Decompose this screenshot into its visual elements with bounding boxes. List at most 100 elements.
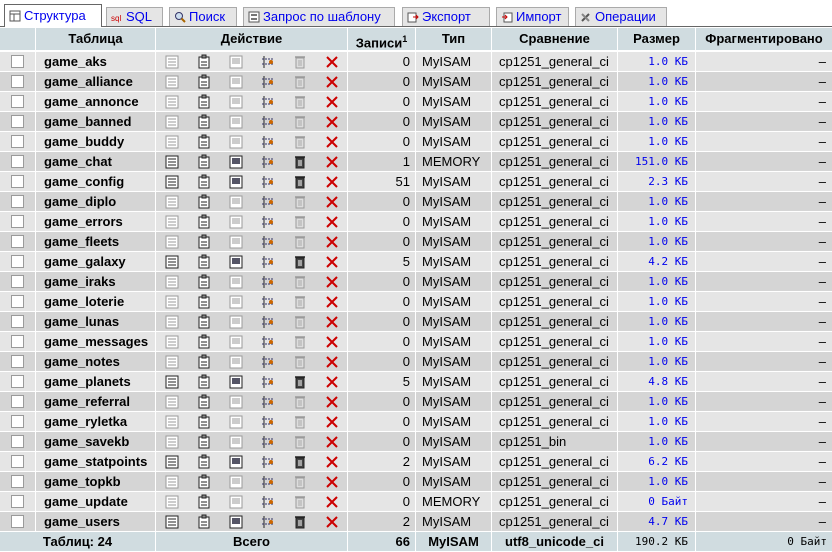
browse-icon[interactable]	[164, 214, 180, 230]
header-size[interactable]: Размер	[618, 28, 695, 50]
insert-icon[interactable]	[260, 234, 276, 250]
row-checkbox[interactable]	[11, 295, 24, 308]
insert-icon[interactable]	[260, 374, 276, 390]
header-type[interactable]: Тип	[416, 28, 491, 50]
row-checkbox[interactable]	[11, 195, 24, 208]
row-checkbox[interactable]	[11, 375, 24, 388]
empty-icon[interactable]	[292, 214, 308, 230]
table-name-link[interactable]: game_chat	[36, 152, 155, 171]
empty-icon[interactable]	[292, 294, 308, 310]
insert-icon[interactable]	[260, 54, 276, 70]
structure-icon[interactable]	[196, 394, 212, 410]
structure-icon[interactable]	[196, 314, 212, 330]
browse-icon[interactable]	[164, 434, 180, 450]
table-size[interactable]: 1.0 КБ	[618, 92, 695, 111]
structure-icon[interactable]	[196, 494, 212, 510]
row-checkbox[interactable]	[11, 315, 24, 328]
drop-icon[interactable]	[324, 194, 340, 210]
table-name-link[interactable]: game_savekb	[36, 432, 155, 451]
empty-icon[interactable]	[292, 54, 308, 70]
header-table[interactable]: Таблица	[36, 28, 155, 50]
search-icon[interactable]	[228, 254, 244, 270]
row-checkbox[interactable]	[11, 435, 24, 448]
search-icon[interactable]	[228, 394, 244, 410]
empty-icon[interactable]	[292, 334, 308, 350]
header-records[interactable]: Записи1	[348, 28, 415, 50]
row-checkbox[interactable]	[11, 115, 24, 128]
structure-icon[interactable]	[196, 54, 212, 70]
table-name-link[interactable]: game_alliance	[36, 72, 155, 91]
structure-icon[interactable]	[196, 474, 212, 490]
browse-icon[interactable]	[164, 354, 180, 370]
search-icon[interactable]	[228, 194, 244, 210]
insert-icon[interactable]	[260, 334, 276, 350]
row-checkbox[interactable]	[11, 515, 24, 528]
table-size[interactable]: 151.0 КБ	[618, 152, 695, 171]
table-name-link[interactable]: game_messages	[36, 332, 155, 351]
row-checkbox[interactable]	[11, 275, 24, 288]
browse-icon[interactable]	[164, 54, 180, 70]
row-checkbox[interactable]	[11, 395, 24, 408]
drop-icon[interactable]	[324, 74, 340, 90]
empty-icon[interactable]	[292, 174, 308, 190]
table-name-link[interactable]: game_galaxy	[36, 252, 155, 271]
empty-icon[interactable]	[292, 514, 308, 530]
browse-icon[interactable]	[164, 414, 180, 430]
row-checkbox[interactable]	[11, 155, 24, 168]
drop-icon[interactable]	[324, 314, 340, 330]
table-name-link[interactable]: game_iraks	[36, 272, 155, 291]
empty-icon[interactable]	[292, 474, 308, 490]
tab-sql[interactable]: sql SQL	[106, 7, 163, 26]
empty-icon[interactable]	[292, 234, 308, 250]
empty-icon[interactable]	[292, 74, 308, 90]
drop-icon[interactable]	[324, 434, 340, 450]
structure-icon[interactable]	[196, 414, 212, 430]
empty-icon[interactable]	[292, 254, 308, 270]
insert-icon[interactable]	[260, 494, 276, 510]
drop-icon[interactable]	[324, 174, 340, 190]
drop-icon[interactable]	[324, 234, 340, 250]
empty-icon[interactable]	[292, 394, 308, 410]
empty-icon[interactable]	[292, 134, 308, 150]
drop-icon[interactable]	[324, 134, 340, 150]
search-icon[interactable]	[228, 434, 244, 450]
drop-icon[interactable]	[324, 494, 340, 510]
row-checkbox[interactable]	[11, 55, 24, 68]
row-checkbox[interactable]	[11, 495, 24, 508]
empty-icon[interactable]	[292, 494, 308, 510]
structure-icon[interactable]	[196, 134, 212, 150]
insert-icon[interactable]	[260, 294, 276, 310]
drop-icon[interactable]	[324, 214, 340, 230]
table-size[interactable]: 1.0 КБ	[618, 272, 695, 291]
insert-icon[interactable]	[260, 414, 276, 430]
structure-icon[interactable]	[196, 454, 212, 470]
tab-structure[interactable]: Структура	[4, 4, 102, 27]
browse-icon[interactable]	[164, 374, 180, 390]
tab-import[interactable]: Импорт	[496, 7, 569, 26]
search-icon[interactable]	[228, 374, 244, 390]
insert-icon[interactable]	[260, 394, 276, 410]
structure-icon[interactable]	[196, 354, 212, 370]
table-name-link[interactable]: game_errors	[36, 212, 155, 231]
insert-icon[interactable]	[260, 214, 276, 230]
table-name-link[interactable]: game_buddy	[36, 132, 155, 151]
tab-export[interactable]: Экспорт	[402, 7, 490, 26]
drop-icon[interactable]	[324, 474, 340, 490]
empty-icon[interactable]	[292, 114, 308, 130]
browse-icon[interactable]	[164, 494, 180, 510]
row-checkbox[interactable]	[11, 95, 24, 108]
structure-icon[interactable]	[196, 514, 212, 530]
search-icon[interactable]	[228, 454, 244, 470]
structure-icon[interactable]	[196, 434, 212, 450]
browse-icon[interactable]	[164, 194, 180, 210]
table-name-link[interactable]: game_annonce	[36, 92, 155, 111]
table-size[interactable]: 1.0 КБ	[618, 132, 695, 151]
browse-icon[interactable]	[164, 274, 180, 290]
drop-icon[interactable]	[324, 354, 340, 370]
empty-icon[interactable]	[292, 314, 308, 330]
table-size[interactable]: 1.0 КБ	[618, 472, 695, 491]
browse-icon[interactable]	[164, 454, 180, 470]
table-name-link[interactable]: game_fleets	[36, 232, 155, 251]
search-icon[interactable]	[228, 354, 244, 370]
row-checkbox[interactable]	[11, 235, 24, 248]
